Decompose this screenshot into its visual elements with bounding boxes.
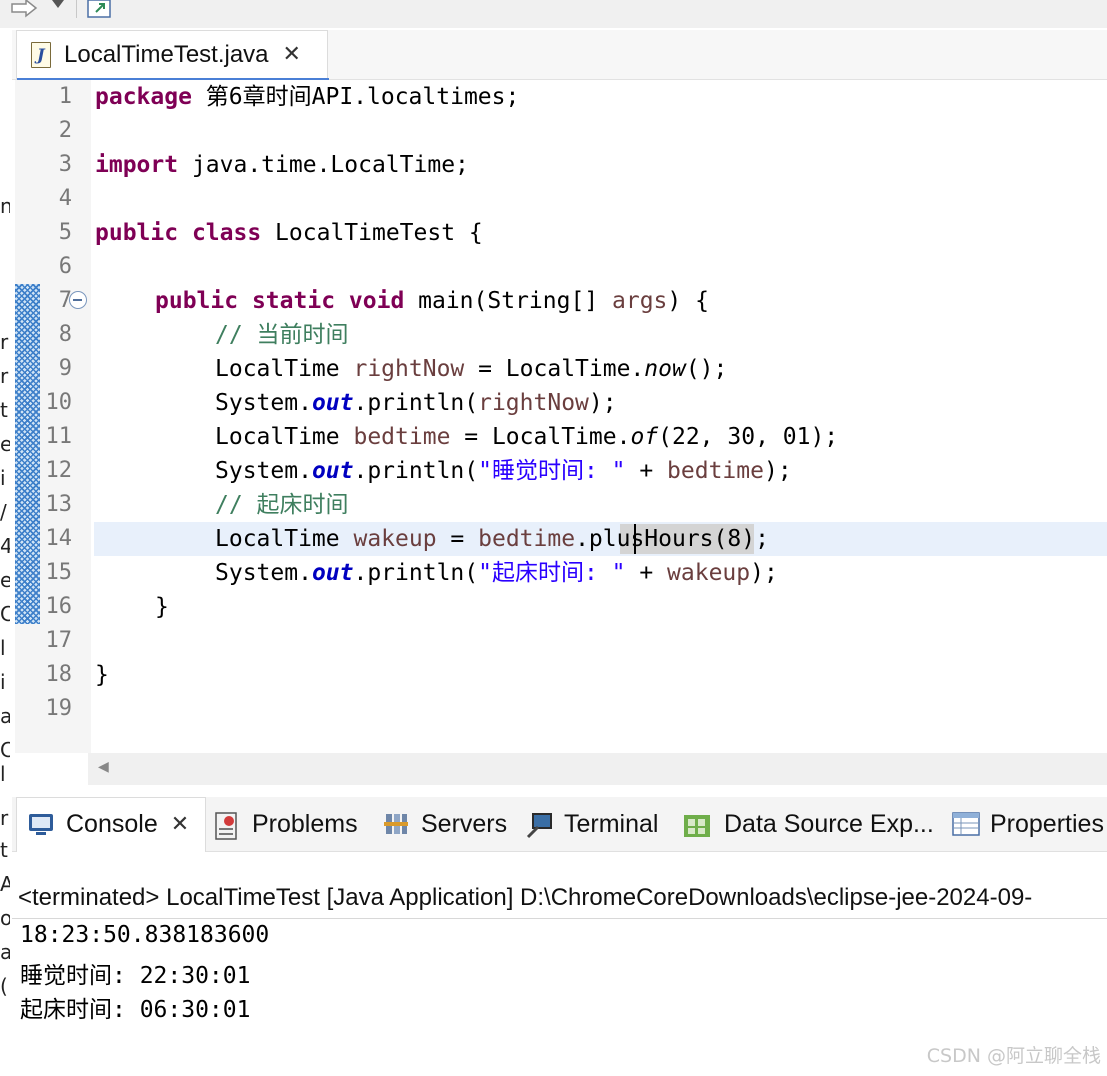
close-icon[interactable]: ✕ [283, 44, 301, 66]
line-number: 11 [45, 424, 73, 449]
line-number: 7 [58, 288, 72, 313]
bottom-panel-tab-bar: Console ✕ Problems Servers Terminal Data… [12, 797, 1107, 852]
code-line-15: System.out.println("起床时间: " + wakeup); [215, 560, 778, 586]
main-toolbar [0, 0, 1107, 28]
code-line-11: LocalTime bedtime = LocalTime.of(22, 30,… [215, 424, 839, 450]
adjacent-view-char: e [0, 432, 10, 456]
adjacent-view-char: C [0, 602, 10, 626]
adjacent-view-char: / [0, 500, 7, 524]
code-line-14: LocalTime wakeup = bedtime.plusHours(8); [215, 526, 769, 552]
code-line-9: LocalTime rightNow = LocalTime.now(); [215, 356, 728, 382]
adjacent-view-char: a [0, 940, 10, 964]
line-number: 13 [45, 492, 73, 517]
quick-diff-change-bar [15, 284, 40, 624]
adjacent-view-char: l [0, 636, 6, 660]
editor-tab-label: LocalTimeTest.java [64, 41, 269, 68]
console-output-line: 18:23:50.838183600 [20, 922, 270, 948]
adjacent-view-char: C [0, 738, 10, 762]
line-number: 12 [45, 458, 73, 483]
editor-horizontal-scrollbar[interactable]: ◀ [88, 753, 1107, 785]
code-line-8: // 当前时间 [215, 322, 349, 348]
adjacent-view-char: i [0, 466, 6, 490]
line-number: 10 [45, 390, 73, 415]
adjacent-view-char: 4 [0, 534, 10, 558]
code-editor[interactable]: 1 2 3 4 5 6 7 8 9 10 11 12 13 14 15 16 17 18 19 package 第6… [12, 80, 1107, 753]
tab-servers-label: Servers [421, 809, 508, 838]
line-number: 4 [58, 186, 72, 211]
console-icon [28, 811, 54, 837]
adjacent-view-char: r [0, 364, 9, 388]
adjacent-view-char: r [0, 330, 9, 354]
adjacent-view-remnant: n r r t e i/4 e Cl i a Cl r t Ao a( [0, 118, 10, 1028]
adjacent-view-char: t [0, 398, 8, 422]
adjacent-view-char: l [0, 762, 6, 786]
line-number: 15 [45, 560, 73, 585]
code-line-13: // 起床时间 [215, 492, 349, 518]
adjacent-view-char: A [0, 872, 10, 896]
tab-properties-label: Properties [990, 809, 1104, 838]
console-divider [12, 918, 1107, 919]
adjacent-view-char: e [0, 568, 10, 592]
adjacent-view-char: n [0, 194, 10, 218]
external-link-icon[interactable] [86, 0, 114, 18]
code-line-18: } [95, 662, 109, 688]
code-line-5: public class LocalTimeTest { [95, 220, 483, 246]
forward-nav-icon[interactable] [10, 0, 42, 18]
code-line-10: System.out.println(rightNow); [215, 390, 617, 416]
adjacent-view-char: r [0, 806, 9, 830]
line-number: 9 [58, 356, 72, 381]
adjacent-view-char: o [0, 906, 10, 930]
dropdown-arrow-icon[interactable] [50, 0, 66, 18]
watermark: CSDN @阿立聊全栈 [926, 1045, 1101, 1067]
code-line-3: import java.time.LocalTime; [95, 152, 469, 178]
tab-console[interactable]: Console ✕ [28, 807, 189, 841]
tab-servers[interactable]: Servers [383, 807, 507, 841]
tab-properties[interactable]: Properties [952, 807, 1104, 841]
tab-terminal-label: Terminal [564, 809, 659, 838]
adjacent-view-char: ( [0, 974, 8, 998]
line-number: 18 [45, 662, 73, 687]
code-line-16: } [155, 594, 169, 620]
editor-tab-bar: J LocalTimeTest.java ✕ [12, 30, 1107, 81]
line-number: 6 [58, 254, 72, 279]
scroll-left-icon[interactable]: ◀ [98, 759, 109, 775]
code-line-12: System.out.println("睡觉时间: " + bedtime); [215, 458, 792, 484]
close-icon[interactable]: ✕ [171, 812, 189, 837]
properties-icon [952, 811, 980, 837]
line-number: 17 [45, 628, 73, 653]
toolbar-separator [76, 0, 77, 18]
tab-data-source-label: Data Source Exp... [724, 809, 934, 838]
line-number: 5 [58, 220, 72, 245]
terminal-icon [526, 811, 552, 839]
console-process-description: <terminated> LocalTimeTest [Java Applica… [18, 884, 1033, 911]
line-number: 8 [58, 322, 72, 347]
line-number: 2 [58, 118, 72, 143]
tab-data-source-explorer[interactable]: Data Source Exp... [682, 807, 934, 841]
servers-icon [383, 811, 409, 837]
console-output-line: 起床时间: 06:30:01 [20, 997, 251, 1023]
code-line-1: package 第6章时间API.localtimes; [95, 84, 520, 110]
tab-terminal[interactable]: Terminal [526, 807, 658, 841]
line-number: 14 [45, 526, 73, 551]
java-file-icon: J [31, 42, 51, 68]
code-line-7: public static void main(String[] args) { [155, 288, 709, 314]
line-number: 19 [45, 696, 73, 721]
tab-problems[interactable]: Problems [214, 807, 358, 841]
tab-console-label: Console [66, 809, 158, 838]
line-number: 16 [45, 594, 73, 619]
line-number: 1 [58, 84, 72, 109]
editor-tab-localtimetest[interactable]: J LocalTimeTest.java ✕ [16, 30, 329, 81]
adjacent-view-char: a [0, 704, 10, 728]
adjacent-view-char: t [0, 838, 8, 862]
problems-icon [214, 811, 240, 840]
database-icon [682, 811, 712, 837]
adjacent-view-char: i [0, 670, 6, 694]
line-number: 3 [58, 152, 72, 177]
console-output-line: 睡觉时间: 22:30:01 [20, 963, 251, 989]
tab-problems-label: Problems [252, 809, 358, 838]
